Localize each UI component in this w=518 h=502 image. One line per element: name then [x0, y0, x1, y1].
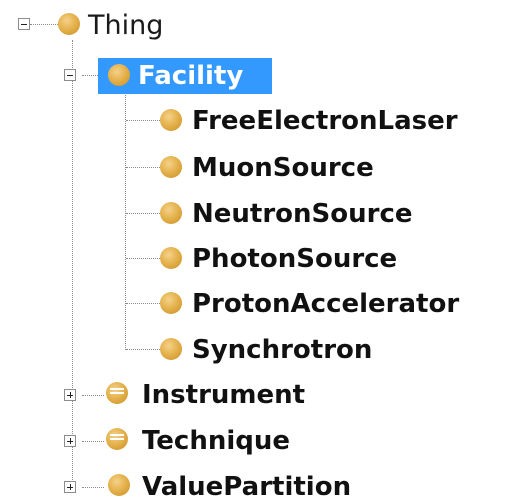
tree-node-label: NeutronSource — [192, 199, 413, 229]
tree-node-label: MuonSource — [192, 153, 374, 183]
tree-connector — [126, 120, 160, 121]
class-icon — [160, 156, 182, 178]
tree-connector — [126, 167, 160, 168]
tree-connector — [30, 24, 58, 25]
tree-node-label: Facility — [138, 61, 244, 91]
tree-connector — [72, 40, 73, 490]
tree-node-label: PhotonSource — [192, 244, 398, 274]
tree-connector — [126, 213, 160, 214]
defined-class-icon — [106, 382, 128, 404]
collapse-toggle-icon[interactable] — [64, 69, 76, 81]
tree-connector — [82, 441, 104, 442]
tree-connector — [82, 487, 104, 488]
class-icon — [160, 247, 182, 269]
tree-node-label: FreeElectronLaser — [192, 106, 458, 136]
tree-connector — [126, 349, 160, 350]
tree-connector — [126, 258, 160, 259]
expand-toggle-icon[interactable] — [64, 481, 76, 493]
class-icon — [160, 109, 182, 131]
class-hierarchy-tree: Thing Facility FreeElectronLaser MuonSou… — [0, 0, 518, 502]
tree-node-label: Technique — [142, 426, 291, 456]
tree-node-label: Thing — [88, 10, 164, 41]
class-icon — [160, 292, 182, 314]
collapse-toggle-icon[interactable] — [18, 18, 30, 30]
class-icon — [108, 474, 130, 496]
tree-connector — [125, 82, 126, 350]
tree-node-label: ProtonAccelerator — [192, 289, 460, 319]
class-icon — [58, 13, 80, 35]
tree-node-label: ValuePartition — [142, 472, 352, 502]
tree-connector — [82, 395, 104, 396]
expand-toggle-icon[interactable] — [64, 435, 76, 447]
defined-class-icon — [106, 428, 128, 450]
tree-node-label: Instrument — [142, 380, 306, 410]
class-icon — [108, 64, 130, 86]
tree-connector — [126, 303, 160, 304]
tree-node-label: Synchrotron — [192, 335, 373, 365]
class-icon — [160, 202, 182, 224]
class-icon — [160, 338, 182, 360]
expand-toggle-icon[interactable] — [64, 389, 76, 401]
